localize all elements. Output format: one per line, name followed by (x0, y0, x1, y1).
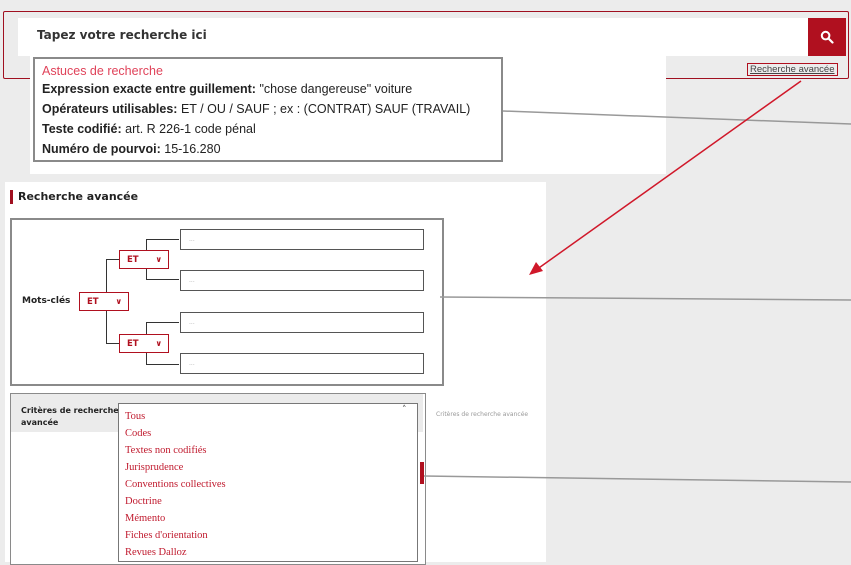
annotation-arrow-head (529, 262, 543, 275)
annotation-line-keywords (439, 296, 851, 301)
annotation-arrow-line (535, 80, 802, 271)
annotation-line-tips (502, 110, 851, 125)
annotation-line-criteria (423, 475, 851, 483)
annotation-overlay (423, 80, 851, 483)
